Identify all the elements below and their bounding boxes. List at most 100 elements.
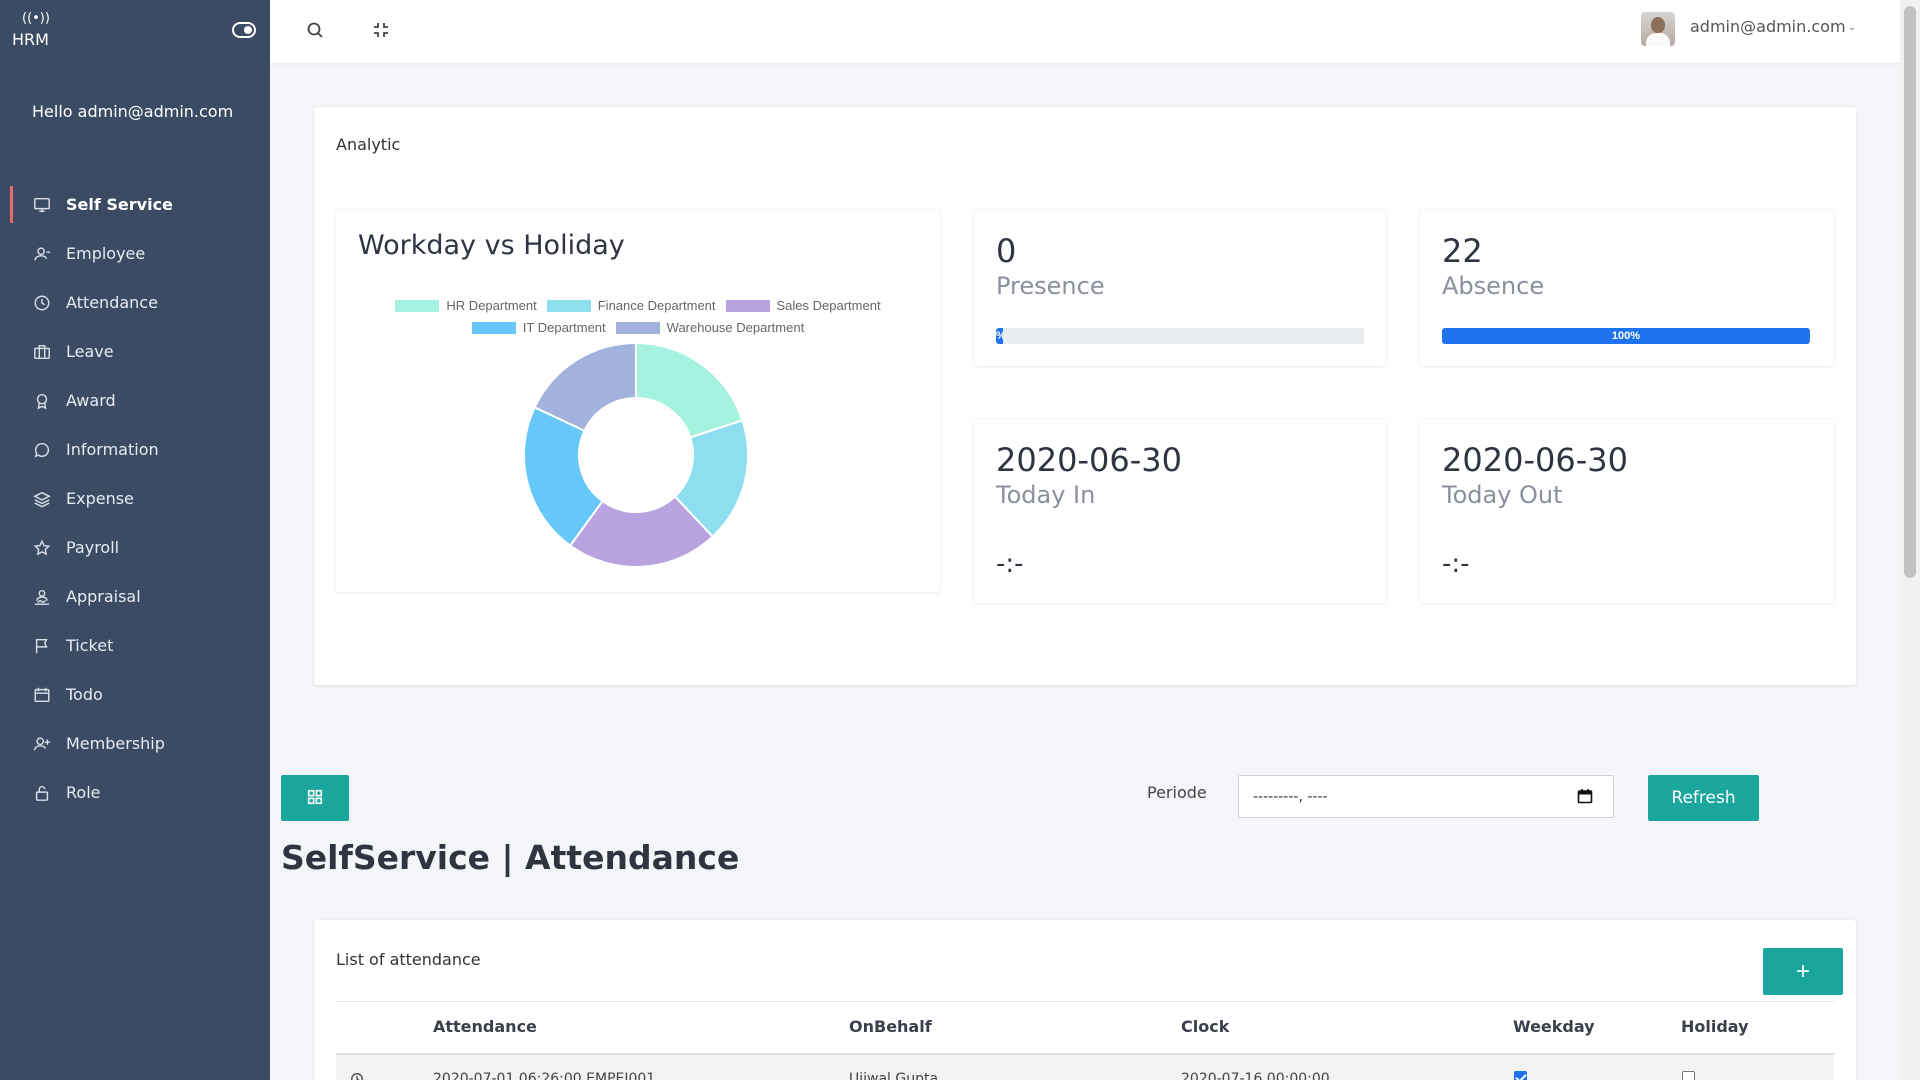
presence-progress-bar: % (996, 328, 1004, 344)
workday-holiday-chart: Workday vs Holiday HR Department Finance … (336, 210, 940, 592)
sidebar-item-label: Ticket (66, 636, 114, 655)
periode-input[interactable]: ---------, ---- (1238, 775, 1614, 818)
cell-onbehalf: Ujjwal Gupta (849, 1071, 939, 1080)
refresh-button[interactable]: Refresh (1648, 775, 1759, 821)
legend-swatch (615, 321, 660, 334)
legend-swatch (471, 321, 516, 334)
scrollbar-thumb[interactable] (1904, 6, 1916, 578)
today-in-date: 2020-06-30 (996, 441, 1182, 479)
holiday-checkbox[interactable] (1682, 1071, 1695, 1080)
column-header-holiday[interactable]: Holiday (1681, 1017, 1749, 1036)
today-out-date: 2020-06-30 (1442, 441, 1628, 479)
legend-item[interactable]: Sales Department (725, 298, 881, 313)
topbar: admin@admin.com ⌄ (270, 0, 1900, 63)
sidebar-item-ticket[interactable]: Ticket (0, 621, 270, 670)
legend-label: HR Department (446, 298, 537, 313)
attendance-list-card: List of attendance + Attendance OnBehalf… (314, 920, 1856, 1080)
sidebar-item-membership[interactable]: Membership (0, 719, 270, 768)
sidebar-item-award[interactable]: Award (0, 376, 270, 425)
broadcast-icon: ((•)) (22, 11, 50, 26)
sidebar-item-label: Todo (66, 685, 103, 704)
presence-value: 0 (996, 232, 1017, 270)
table-row[interactable]: 2020-07-01 06:26:00 EMPEI001 Ujjwal Gupt… (336, 1055, 1834, 1080)
legend-label: Warehouse Department (666, 320, 805, 335)
chart-title: Workday vs Holiday (358, 230, 625, 261)
today-in-label: Today In (996, 481, 1096, 509)
sidebar-item-self-service[interactable]: Self Service (0, 180, 270, 229)
grid-icon (306, 788, 324, 809)
donut-chart (523, 341, 749, 568)
weekday-checkbox[interactable] (1514, 1071, 1527, 1080)
briefcase-icon (32, 342, 52, 362)
presence-progress: % (996, 328, 1364, 344)
sidebar-item-information[interactable]: Information (0, 425, 270, 474)
column-header-onbehalf[interactable]: OnBehalf (849, 1017, 932, 1036)
column-header-weekday[interactable]: Weekday (1513, 1017, 1595, 1036)
page-title: SelfService | Attendance (281, 838, 740, 877)
sidebar-item-role[interactable]: Role (0, 768, 270, 817)
calendar-icon[interactable] (1577, 788, 1593, 804)
sidebar-item-leave[interactable]: Leave (0, 327, 270, 376)
legend-item[interactable]: Finance Department (546, 298, 716, 313)
legend-label: Sales Department (776, 298, 881, 313)
grid-view-button[interactable] (281, 775, 349, 821)
user-email[interactable]: admin@admin.com (1690, 17, 1846, 36)
sidebar-nav: Self Service Employee Attendance Leave A… (0, 180, 270, 817)
avatar[interactable] (1641, 12, 1675, 46)
table-header: Attendance OnBehalf Clock Weekday Holida… (336, 1001, 1834, 1055)
award-icon (32, 391, 52, 411)
sidebar-item-payroll[interactable]: Payroll (0, 523, 270, 572)
donut-slice[interactable] (635, 341, 744, 439)
clock-icon (350, 1071, 366, 1080)
legend-item[interactable]: HR Department (395, 298, 537, 313)
fullscreen-exit-icon[interactable] (371, 20, 393, 42)
legend-item[interactable]: IT Department (471, 320, 606, 335)
sidebar-item-label: Employee (66, 244, 146, 263)
periode-value: ---------, ---- (1253, 788, 1328, 805)
list-title: List of attendance (336, 950, 481, 969)
search-icon[interactable] (305, 20, 327, 42)
brand[interactable]: ((•)) HRM (0, 0, 270, 62)
sidebar-item-label: Attendance (66, 293, 158, 312)
sidebar-item-label: Membership (66, 734, 165, 753)
sidebar-item-label: Role (66, 783, 101, 802)
sidebar-item-label: Appraisal (66, 587, 141, 606)
add-attendance-button[interactable]: + (1763, 948, 1843, 995)
legend-label: IT Department (522, 320, 606, 335)
sidebar-item-attendance[interactable]: Attendance (0, 278, 270, 327)
chevron-down-icon[interactable]: ⌄ (1848, 22, 1856, 33)
star-icon (32, 538, 52, 558)
periode-label: Periode (1147, 783, 1207, 802)
today-in-card: 2020-06-30 Today In -:- (974, 419, 1386, 603)
presence-card: 0 Presence % (974, 210, 1386, 366)
cell-clock: 2020-07-16 00:00:00 (1181, 1071, 1330, 1080)
sidebar-item-todo[interactable]: Todo (0, 670, 270, 719)
today-in-time: -:- (996, 549, 1024, 579)
absence-value: 22 (1442, 232, 1483, 270)
flag-icon (32, 636, 52, 656)
clock-icon (32, 293, 52, 313)
sidebar-item-label: Leave (66, 342, 114, 361)
sidebar-item-appraisal[interactable]: Appraisal (0, 572, 270, 621)
user-icon (32, 244, 52, 264)
brand-name: HRM (12, 30, 49, 49)
today-out-label: Today Out (1442, 481, 1563, 509)
sidebar-item-employee[interactable]: Employee (0, 229, 270, 278)
greeting: Hello admin@admin.com (32, 102, 234, 121)
sidebar-item-label: Payroll (66, 538, 120, 557)
column-header-clock[interactable]: Clock (1181, 1017, 1229, 1036)
chart-legend: HR Department Finance Department Sales Dep… (336, 298, 940, 342)
sidebar-item-expense[interactable]: Expense (0, 474, 270, 523)
presence-label: Presence (996, 272, 1105, 300)
layers-icon (32, 489, 52, 509)
column-header-attendance[interactable]: Attendance (433, 1017, 537, 1036)
legend-swatch (395, 299, 440, 312)
legend-item[interactable]: Warehouse Department (615, 320, 805, 335)
user-rise-icon (32, 587, 52, 607)
cell-attendance: 2020-07-01 06:26:00 EMPEI001 (433, 1071, 656, 1080)
page-scrollbar[interactable] (1900, 0, 1920, 1080)
absence-progress-bar: 100% (1442, 328, 1810, 344)
user-plus-icon (32, 734, 52, 754)
sidebar-toggle-icon[interactable] (232, 22, 256, 38)
legend-swatch (725, 299, 770, 312)
